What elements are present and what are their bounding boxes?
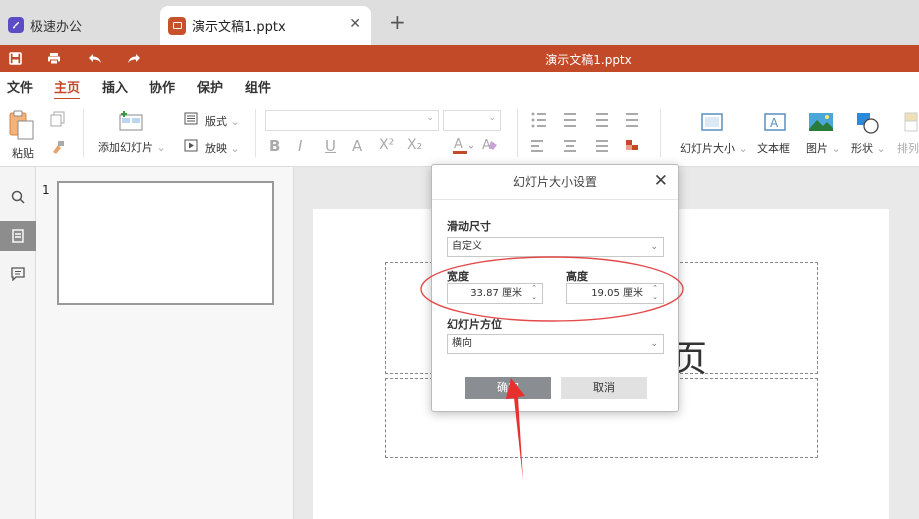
pointer-arrow-icon	[506, 378, 525, 480]
highlight-ellipse	[420, 256, 684, 322]
annotation-overlay	[420, 256, 684, 480]
